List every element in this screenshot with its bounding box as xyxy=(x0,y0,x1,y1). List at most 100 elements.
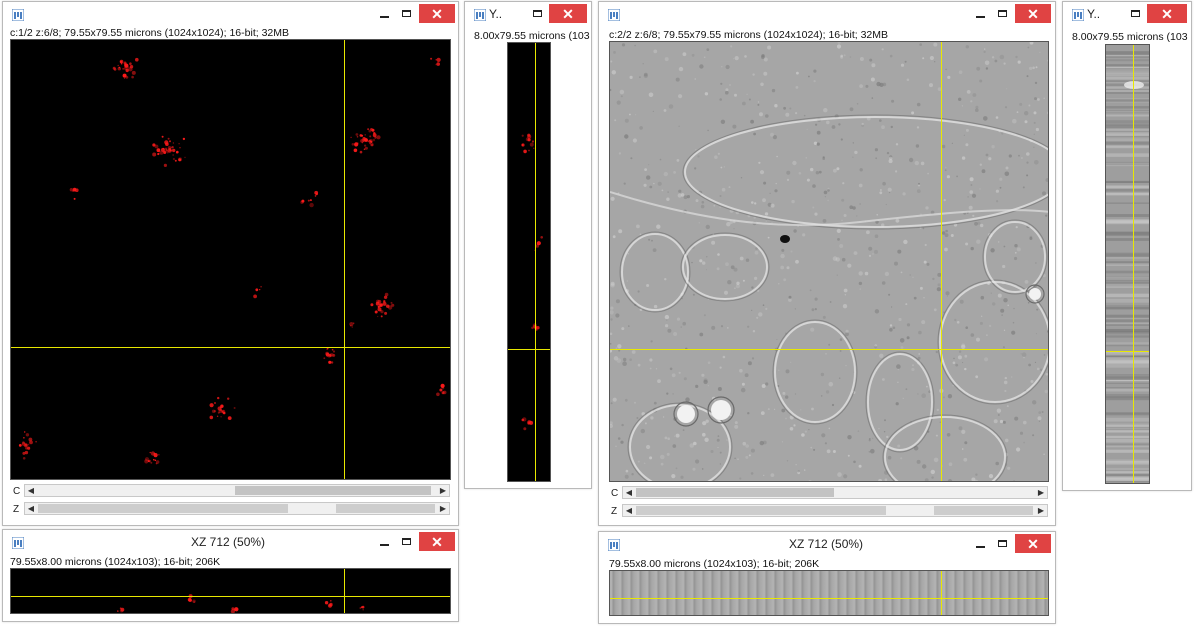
image-info: 79.55x8.00 microns (1024x103); 16-bit; 2… xyxy=(10,556,221,568)
minimize-button[interactable] xyxy=(373,4,395,23)
maximize-button[interactable] xyxy=(991,4,1013,23)
imagej-window-icon xyxy=(608,9,620,21)
ch2-yz-image[interactable] xyxy=(1105,44,1150,484)
crosshair-horizontal xyxy=(610,598,1048,599)
arrow-right-icon[interactable]: ▶ xyxy=(437,503,449,514)
imagej-window-icon xyxy=(12,9,24,21)
maximize-icon xyxy=(401,10,411,17)
slider-track-fill xyxy=(38,504,288,513)
arrow-left-icon[interactable]: ◀ xyxy=(623,505,635,516)
arrow-right-icon[interactable]: ▶ xyxy=(437,485,449,496)
crosshair-horizontal xyxy=(1106,351,1149,352)
ch1-xy-image[interactable] xyxy=(10,39,451,480)
title-bar[interactable]: XZ 712 (50%) ✕ xyxy=(3,530,458,556)
imagej-window-icon xyxy=(1072,9,1084,21)
close-button[interactable]: ✕ xyxy=(549,4,587,23)
arrow-left-icon[interactable]: ◀ xyxy=(25,485,37,496)
maximize-icon xyxy=(1130,10,1140,17)
maximize-icon xyxy=(532,10,542,17)
maximize-button[interactable] xyxy=(1125,4,1145,23)
window-title: Y.. xyxy=(489,7,503,21)
close-button[interactable]: ✕ xyxy=(1015,534,1051,553)
z-slider[interactable]: ◀ ▶ xyxy=(24,502,450,515)
ch2-xy-window: ✕ c:2/2 z:6/8; 79.55x79.55 microns (1024… xyxy=(598,1,1056,526)
arrow-right-icon[interactable]: ▶ xyxy=(1035,505,1047,516)
minimize-icon xyxy=(379,15,389,18)
title-bar[interactable]: ✕ xyxy=(599,2,1055,28)
image-info: 8.00x79.55 microns (103 xyxy=(474,30,590,42)
arrow-left-icon[interactable]: ◀ xyxy=(25,503,37,514)
ch1-xz-image[interactable] xyxy=(10,568,451,614)
title-bar[interactable]: Y.. ✕ xyxy=(1063,2,1191,28)
crosshair-vertical xyxy=(1133,45,1134,483)
channel-slider-label: C xyxy=(13,486,21,497)
fluorescence-spots xyxy=(117,594,365,613)
close-icon: ✕ xyxy=(431,5,443,22)
minimize-button[interactable] xyxy=(373,532,395,551)
channel-slider-label: C xyxy=(611,488,619,499)
close-icon: ✕ xyxy=(1027,5,1039,22)
brightfield-profile xyxy=(1106,51,1149,483)
slider-thumb[interactable] xyxy=(235,486,431,495)
window-title: Y.. xyxy=(1087,7,1101,21)
image-info: c:2/2 z:6/8; 79.55x79.55 microns (1024x1… xyxy=(609,29,888,41)
slider-thumb[interactable] xyxy=(636,488,834,497)
maximize-button[interactable] xyxy=(991,534,1013,553)
title-bar[interactable]: ✕ xyxy=(3,2,458,28)
crosshair-vertical xyxy=(344,40,345,479)
image-info: c:1/2 z:6/8; 79.55x79.55 microns (1024x1… xyxy=(10,27,289,39)
z-slider-label: Z xyxy=(13,504,20,515)
crosshair-vertical xyxy=(344,569,345,613)
maximize-icon xyxy=(997,540,1007,547)
close-icon: ✕ xyxy=(1161,5,1173,22)
image-info: 79.55x8.00 microns (1024x103); 16-bit; 2… xyxy=(609,558,820,570)
ch2-xz-window: XZ 712 (50%) ✕ 79.55x8.00 microns (1024x… xyxy=(598,531,1056,624)
imagej-window-icon xyxy=(474,9,486,21)
ch1-xz-window: XZ 712 (50%) ✕ 79.55x8.00 microns (1024x… xyxy=(2,529,459,622)
minimize-icon xyxy=(975,15,985,18)
maximize-button[interactable] xyxy=(395,4,417,23)
ch1-xy-window: ✕ c:1/2 z:6/8; 79.55x79.55 microns (1024… xyxy=(2,1,459,526)
ch2-yz-window: Y.. ✕ 8.00x79.55 microns (103 xyxy=(1062,1,1192,491)
crosshair-horizontal xyxy=(508,349,550,350)
close-icon: ✕ xyxy=(431,533,443,550)
close-icon: ✕ xyxy=(1027,535,1039,552)
close-button[interactable]: ✕ xyxy=(1147,4,1187,23)
close-button[interactable]: ✕ xyxy=(1015,4,1051,23)
title-bar[interactable]: XZ 712 (50%) ✕ xyxy=(599,532,1055,558)
fluorescence-spots xyxy=(521,133,543,431)
channel-slider[interactable]: ◀ ▶ xyxy=(622,486,1048,499)
slider-track-fill xyxy=(636,506,886,515)
imagej-window-icon xyxy=(608,539,620,551)
slider-track-fill xyxy=(336,504,435,513)
maximize-button[interactable] xyxy=(527,4,547,23)
channel-slider[interactable]: ◀ ▶ xyxy=(24,484,450,497)
close-button[interactable]: ✕ xyxy=(419,532,455,551)
arrow-right-icon[interactable]: ▶ xyxy=(1035,487,1047,498)
ch2-xz-image[interactable] xyxy=(609,570,1049,616)
image-info: 8.00x79.55 microns (103 xyxy=(1072,31,1188,43)
crosshair-vertical xyxy=(941,42,942,481)
ch1-yz-image[interactable] xyxy=(507,42,551,482)
slider-track-fill xyxy=(934,506,1033,515)
crosshair-horizontal xyxy=(610,349,1048,350)
minimize-button[interactable] xyxy=(969,4,991,23)
brightfield-profile xyxy=(610,571,1048,615)
arrow-left-icon[interactable]: ◀ xyxy=(623,487,635,498)
crosshair-vertical xyxy=(941,571,942,615)
maximize-button[interactable] xyxy=(395,532,417,551)
fluorescence-spots xyxy=(18,57,447,465)
minimize-button[interactable] xyxy=(969,534,991,553)
z-slider[interactable]: ◀ ▶ xyxy=(622,504,1048,517)
title-bar[interactable]: Y.. ✕ xyxy=(465,2,591,28)
ch1-yz-window: Y.. ✕ 8.00x79.55 microns (103 xyxy=(464,1,592,489)
minimize-icon xyxy=(379,543,389,546)
maximize-icon xyxy=(401,538,411,545)
window-title: XZ 712 (50%) xyxy=(191,535,266,549)
crosshair-horizontal xyxy=(11,347,450,348)
ch2-xy-image[interactable] xyxy=(609,41,1049,482)
close-button[interactable]: ✕ xyxy=(419,4,455,23)
brightfield-cells xyxy=(610,42,1048,481)
crosshair-vertical xyxy=(535,43,536,481)
close-icon: ✕ xyxy=(562,5,574,22)
